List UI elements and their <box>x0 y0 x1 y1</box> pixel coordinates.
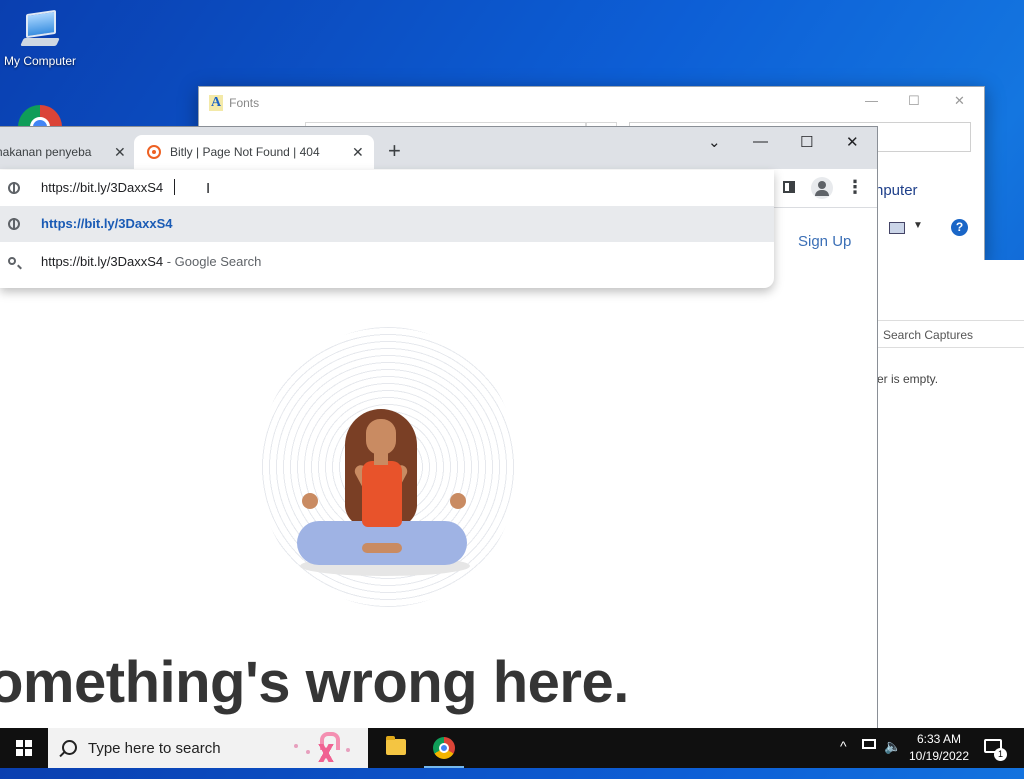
tab-active[interactable]: Bitly | Page Not Found | 404 ✕ <box>134 135 374 169</box>
chevron-up-icon[interactable]: ^ <box>840 738 847 778</box>
profile-icon[interactable] <box>811 177 833 199</box>
captures-window[interactable]: Search Captures er is empty. <box>876 260 1024 730</box>
omnibox-dropdown: https://bit.ly/3DaxxS4 I https://bit.ly/… <box>0 170 774 288</box>
suggestion-query: https://bit.ly/3DaxxS4 - Google Search <box>41 254 262 269</box>
maximize-button[interactable]: ☐ <box>908 93 920 109</box>
new-tab-button[interactable]: + <box>388 138 401 164</box>
minimize-button[interactable]: — <box>753 133 768 150</box>
tab-inactive[interactable]: t makanan penyeba ✕ <box>0 136 130 169</box>
decoration-dot <box>306 750 310 754</box>
folder-icon <box>386 736 406 755</box>
tab-search-button[interactable]: ⌄ <box>708 133 721 151</box>
search-icon <box>8 257 16 265</box>
chrome-desktop-icon[interactable] <box>18 105 62 127</box>
omnibox-value: https://bit.ly/3DaxxS4 <box>41 180 164 195</box>
minimize-button[interactable]: — <box>865 93 878 108</box>
notification-badge: 1 <box>994 748 1007 761</box>
chrome-taskbar-button[interactable] <box>420 728 468 768</box>
omnibox-input[interactable]: https://bit.ly/3DaxxS4 I <box>0 170 774 206</box>
side-panel-icon[interactable] <box>783 181 795 193</box>
suggestion-url: https://bit.ly/3DaxxS4 <box>41 216 173 231</box>
decoration-dot <box>294 744 298 748</box>
chevron-down-icon[interactable]: ▼ <box>913 220 923 231</box>
search-placeholder: Type here to search <box>88 740 221 757</box>
text-cursor-icon: I <box>206 180 211 197</box>
error-headline: omething's wrong here. <box>0 650 629 715</box>
menu-kebab-icon[interactable]: ⋮ <box>846 178 864 196</box>
close-button[interactable]: ✕ <box>846 133 859 151</box>
tab-label: t makanan penyeba <box>0 145 92 159</box>
help-icon[interactable]: ? <box>951 219 968 236</box>
captures-empty-text: er is empty. <box>877 372 939 386</box>
chrome-icon <box>433 737 455 759</box>
bitly-favicon-icon <box>147 145 161 159</box>
nav-pane-label: nputer <box>875 182 918 199</box>
globe-icon <box>8 182 20 194</box>
maximize-button[interactable]: ☐ <box>800 133 813 151</box>
globe-icon <box>8 218 20 230</box>
taskbar: Type here to search ^ 🔈 6:33 AM 10/19/20… <box>0 728 1024 768</box>
decoration-dot <box>346 748 350 752</box>
desktop-icon-my-computer[interactable]: My Computer <box>0 9 80 68</box>
omnibox-suggestion[interactable]: https://bit.ly/3DaxxS4 - Google Search <box>0 244 774 280</box>
computer-icon <box>18 9 62 50</box>
close-button[interactable]: ✕ <box>954 93 965 109</box>
desktop-icon-label: My Computer <box>3 54 77 68</box>
file-explorer-taskbar-button[interactable] <box>372 728 420 768</box>
awareness-ribbon-icon[interactable] <box>314 732 340 764</box>
tab-strip: t makanan penyeba ✕ Bitly | Page Not Fou… <box>0 127 877 169</box>
fonts-window-title: A Fonts <box>209 95 260 111</box>
network-icon[interactable] <box>862 739 876 779</box>
clock-time: 6:33 AM <box>916 732 962 746</box>
search-icon <box>62 740 77 755</box>
sign-up-link[interactable]: Sign Up <box>798 233 851 250</box>
omnibox-suggestion[interactable]: https://bit.ly/3DaxxS4 <box>0 206 774 242</box>
text-caret <box>174 179 175 195</box>
volume-icon[interactable]: 🔈 <box>884 738 901 778</box>
start-button[interactable] <box>0 728 48 768</box>
clock-date: 10/19/2022 <box>908 749 970 763</box>
taskbar-search-input[interactable]: Type here to search <box>48 728 368 768</box>
tab-label: Bitly | Page Not Found | 404 <box>170 145 320 159</box>
fonts-folder-icon: A <box>209 95 224 111</box>
captures-search-input[interactable]: Search Captures <box>877 320 1024 348</box>
close-tab-icon[interactable]: ✕ <box>114 136 126 169</box>
view-icon[interactable] <box>889 222 905 234</box>
windows-logo-icon <box>16 740 32 756</box>
close-tab-icon[interactable]: ✕ <box>352 135 364 169</box>
clock[interactable]: 6:33 AM 10/19/2022 <box>900 731 978 765</box>
